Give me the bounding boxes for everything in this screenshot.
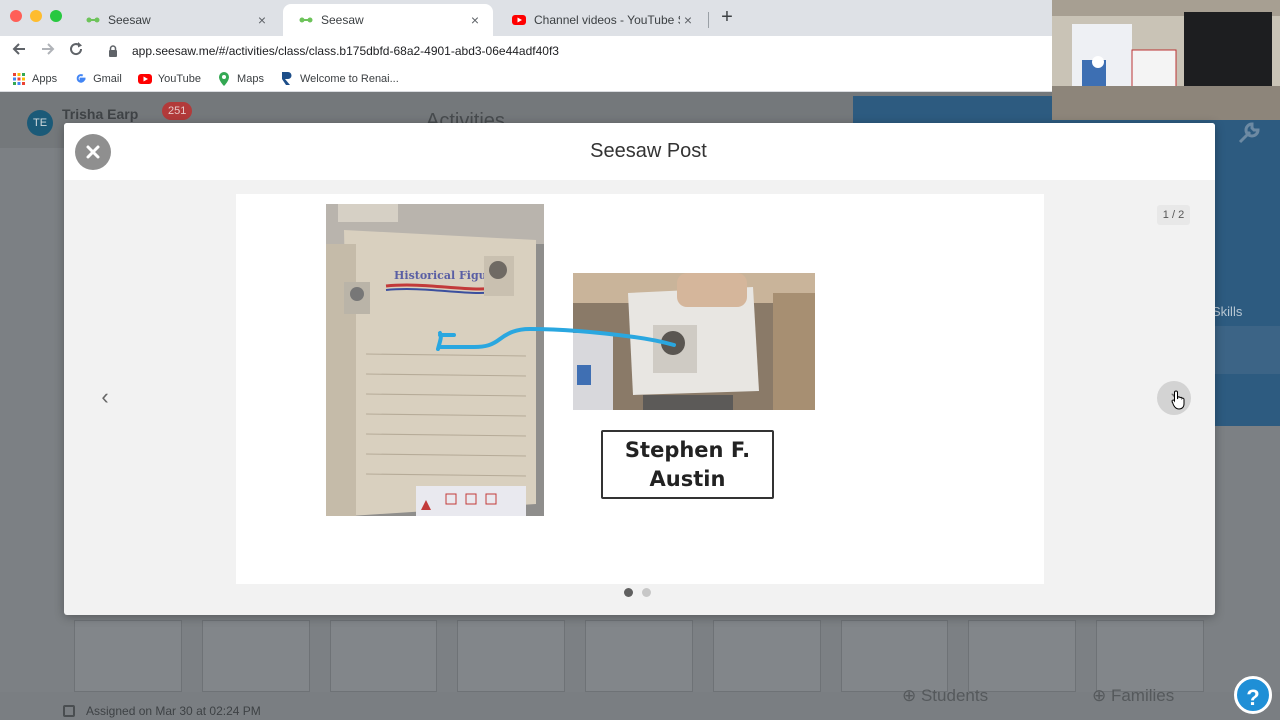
tab-title: Channel videos - YouTube Studio [534,13,680,27]
tab-seesaw-2[interactable]: Seesaw × [283,4,493,36]
grid-cell [457,620,566,692]
tab-youtube-studio[interactable]: Channel videos - YouTube Studio × [496,4,706,36]
tab-close-icon[interactable]: × [254,12,270,28]
google-icon [73,72,87,86]
add-families-button[interactable]: ⊕ Families [1092,686,1174,706]
tab-title: Seesaw [108,13,151,27]
grid-cell [585,620,693,692]
students-label: Students [920,686,989,705]
bookmark-apps[interactable]: Apps [12,72,57,86]
url-text: app.seesaw.me/#/activities/class/class.b… [132,44,559,58]
renaissance-icon [280,72,294,86]
bookmark-maps[interactable]: Maps [217,71,264,86]
grid-cell [968,620,1077,692]
modal-title: Seesaw Post [590,140,707,162]
student-grid [64,620,1214,692]
bookmark-label: Maps [237,72,264,85]
lock-icon [109,45,117,57]
tab-title: Seesaw [321,13,364,27]
tab-seesaw-1[interactable]: Seesaw × [70,4,280,36]
help-button[interactable]: ? [1234,676,1272,714]
grid-cell [1096,620,1205,692]
bookmark-label: YouTube [157,72,202,85]
previous-page-button[interactable]: ‹ [88,381,122,415]
bookmark-renaissance[interactable]: Welcome to Renai... [280,72,399,86]
grid-cell [74,620,182,692]
page-dot-active[interactable] [624,588,633,597]
grid-cell [712,620,821,692]
page-dot[interactable] [642,588,651,597]
youtube-icon [137,72,152,86]
bookmark-youtube[interactable]: YouTube [137,72,202,86]
skills-label: Skills [1212,304,1243,319]
grid-cell [329,620,438,692]
window-close-button[interactable] [10,10,22,22]
seesaw-icon [299,13,313,27]
seesaw-icon [86,13,100,27]
bookmark-label: Welcome to Renai... [299,72,399,85]
back-arrow-icon[interactable] [9,41,29,61]
hand-cursor-icon [1171,390,1185,410]
name-label-box: Stephen F. Austin [601,430,774,499]
close-button[interactable] [75,134,111,170]
new-tab-button[interactable]: + [718,7,736,28]
calendar-icon [63,705,75,717]
webcam-feed-image [1052,0,1280,120]
user-name: Trisha Earp [62,106,139,122]
add-students-button[interactable]: ⊕ Students [902,686,988,706]
wrench-icon [1238,122,1260,144]
tab-close-icon[interactable]: × [467,12,483,28]
window-maximize-button[interactable] [50,10,62,22]
grid-cell [840,620,949,692]
grid-cell [201,620,310,692]
page-indicator: 1 / 2 [1157,205,1190,225]
drawn-arrow-line [436,326,676,351]
address-bar[interactable]: app.seesaw.me/#/activities/class/class.b… [100,39,1050,63]
families-label: Families [1110,686,1175,705]
close-icon [86,145,100,159]
bookmark-label: Gmail [93,72,122,85]
youtube-icon [512,13,526,27]
maps-icon [217,71,231,86]
webcam-overlay [1052,0,1280,120]
modal-header: Seesaw Post [64,123,1215,180]
bookmark-gmail[interactable]: Gmail [73,72,122,86]
reload-icon[interactable] [66,41,86,61]
assigned-date: Assigned on Mar 30 at 02:24 PM [86,704,261,718]
avatar: TE [27,110,53,136]
seesaw-post-modal: Seesaw Post ‹ › 1 / 2 Historical Figures [64,123,1215,615]
tab-separator [708,12,709,28]
tab-close-icon[interactable]: × [680,12,696,28]
forward-arrow-icon[interactable] [38,41,58,61]
page-dots [624,588,660,597]
notification-badge: 251 [162,102,193,120]
apps-grid-icon [12,72,26,86]
window-minimize-button[interactable] [30,10,42,22]
bookmark-label: Apps [32,72,58,85]
